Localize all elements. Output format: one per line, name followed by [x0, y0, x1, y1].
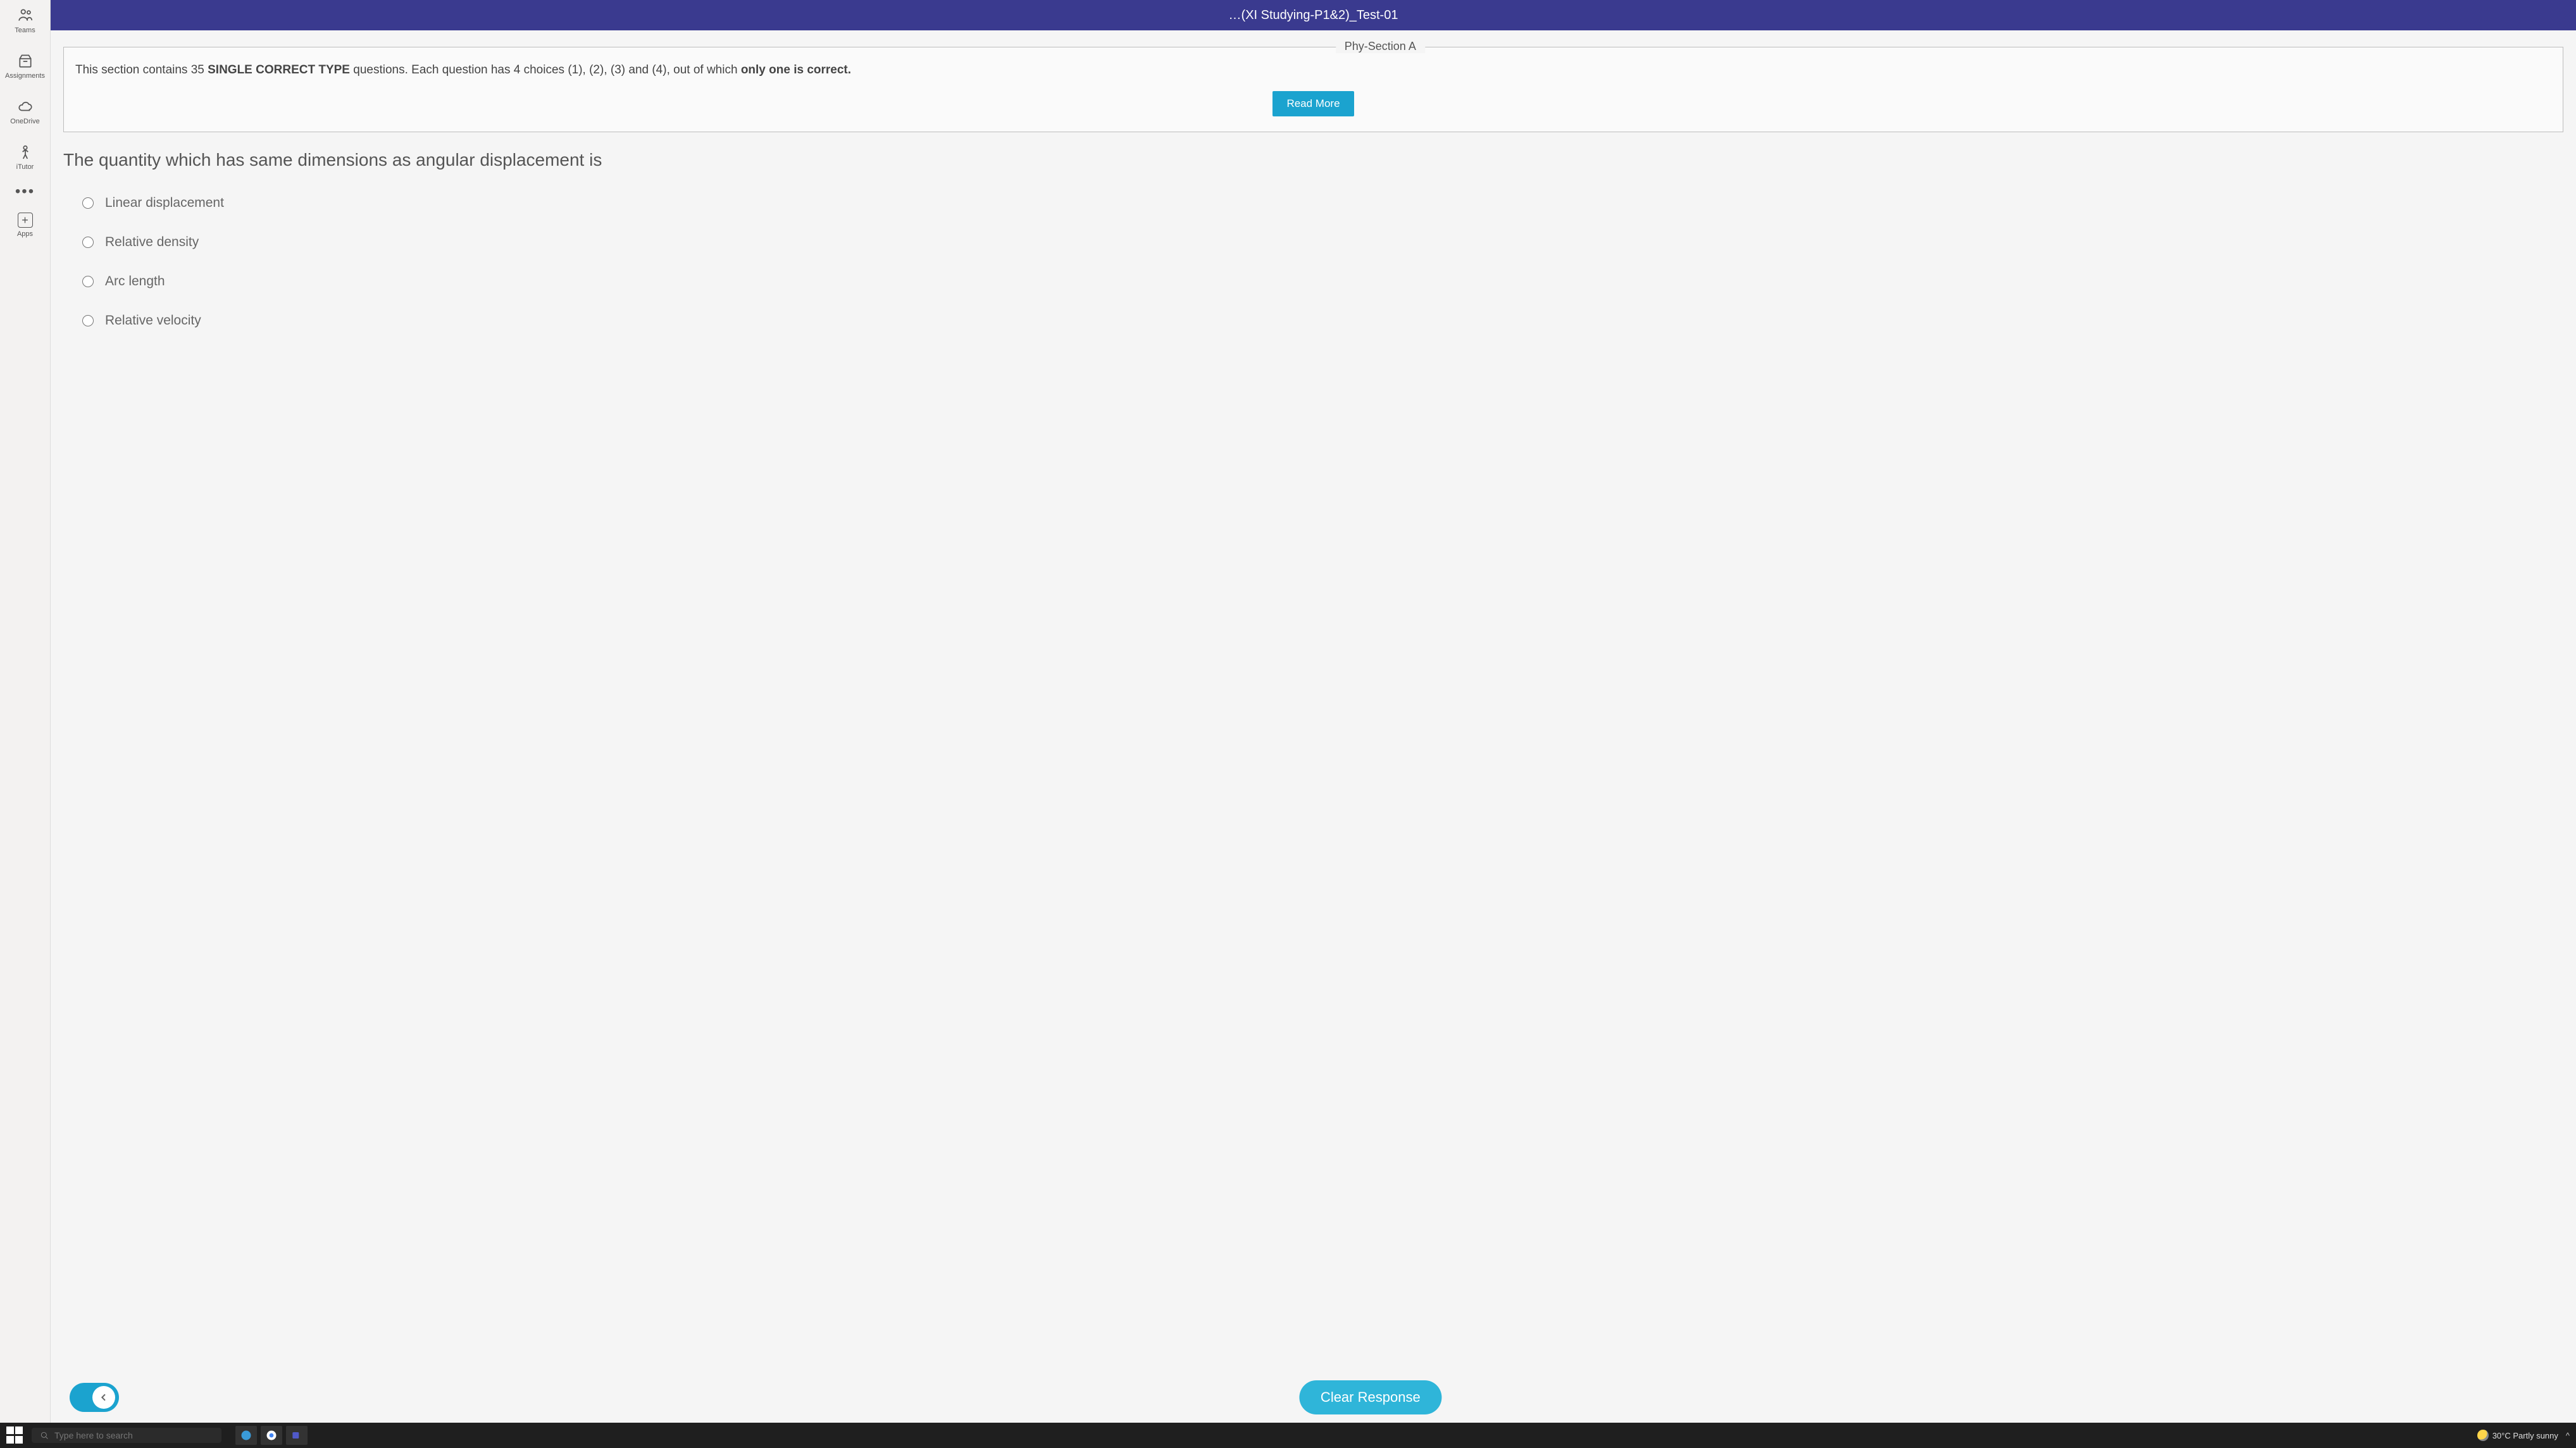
- rail-item-more[interactable]: •••: [0, 189, 50, 195]
- rail-label: OneDrive: [10, 118, 39, 125]
- rail-label: Apps: [17, 230, 33, 238]
- rail-label: Assignments: [5, 72, 45, 80]
- section-text-strong: SINGLE CORRECT TYPE: [208, 63, 350, 77]
- option-3[interactable]: Arc length: [82, 274, 2563, 289]
- rail-item-teams[interactable]: Teams: [0, 6, 50, 34]
- clear-response-button[interactable]: Clear Response: [1299, 1380, 1442, 1414]
- weather-text: 30°C Partly sunny: [2492, 1431, 2558, 1440]
- option-2-radio[interactable]: [82, 237, 94, 248]
- options-list: Linear displacement Relative density Arc…: [82, 195, 2563, 328]
- assignments-icon: [16, 52, 34, 70]
- option-3-radio[interactable]: [82, 276, 94, 287]
- section-legend: Phy-Section A: [1336, 40, 1425, 53]
- question-footer: Clear Response: [51, 1372, 2576, 1423]
- main-content: Phy-Section A This section contains 35 S…: [51, 30, 2576, 1372]
- teams-icon: [16, 6, 34, 24]
- rail-item-apps[interactable]: + Apps: [0, 213, 50, 238]
- cloud-icon: [16, 97, 34, 115]
- plus-icon: +: [18, 213, 33, 228]
- option-2-label: Relative density: [105, 235, 199, 250]
- rail-item-itutor[interactable]: iTutor: [0, 143, 50, 171]
- taskbar-app-edge[interactable]: [235, 1426, 257, 1445]
- section-text-part: This section contains 35: [75, 63, 208, 77]
- taskbar-apps: [235, 1426, 308, 1445]
- option-4-label: Relative velocity: [105, 313, 201, 328]
- app-rail: Teams Assignments OneDrive iTutor ••• + …: [0, 0, 51, 1423]
- rail-label: Teams: [15, 27, 35, 34]
- option-3-label: Arc length: [105, 274, 165, 289]
- rail-item-assignments[interactable]: Assignments: [0, 52, 50, 80]
- windows-taskbar: 30°C Partly sunny ^: [0, 1423, 2576, 1448]
- taskbar-app-teams[interactable]: [286, 1426, 308, 1445]
- section-instructions: Phy-Section A This section contains 35 S…: [63, 47, 2563, 132]
- start-button[interactable]: [6, 1426, 24, 1444]
- taskbar-search-input[interactable]: [54, 1430, 214, 1440]
- taskbar-tray-chevron[interactable]: ^: [2566, 1431, 2570, 1440]
- taskbar-search[interactable]: [32, 1428, 221, 1443]
- person-icon: [16, 143, 34, 161]
- chevron-left-icon: [92, 1386, 115, 1409]
- search-icon: [39, 1430, 49, 1440]
- read-more-button[interactable]: Read More: [1272, 91, 1353, 116]
- taskbar-app-chrome[interactable]: [261, 1426, 282, 1445]
- test-header: …(XI Studying-P1&2)_Test-01: [51, 0, 2576, 30]
- rail-label: iTutor: [16, 163, 34, 171]
- weather-icon: [2477, 1430, 2489, 1441]
- option-1[interactable]: Linear displacement: [82, 195, 2563, 211]
- section-text-part: questions. Each question has 4 choices (…: [353, 63, 741, 77]
- option-4[interactable]: Relative velocity: [82, 313, 2563, 328]
- section-text-strong: only one is correct.: [741, 63, 851, 77]
- option-1-label: Linear displacement: [105, 195, 224, 211]
- rail-item-onedrive[interactable]: OneDrive: [0, 97, 50, 125]
- option-1-radio[interactable]: [82, 197, 94, 209]
- page-title: …(XI Studying-P1&2)_Test-01: [1229, 8, 1398, 23]
- prev-button[interactable]: [70, 1383, 119, 1412]
- taskbar-weather[interactable]: 30°C Partly sunny: [2477, 1430, 2558, 1441]
- more-icon: •••: [15, 189, 35, 195]
- question-text: The quantity which has same dimensions a…: [63, 150, 2563, 170]
- option-2[interactable]: Relative density: [82, 235, 2563, 250]
- option-4-radio[interactable]: [82, 315, 94, 326]
- section-text: This section contains 35 SINGLE CORRECT …: [75, 61, 2551, 80]
